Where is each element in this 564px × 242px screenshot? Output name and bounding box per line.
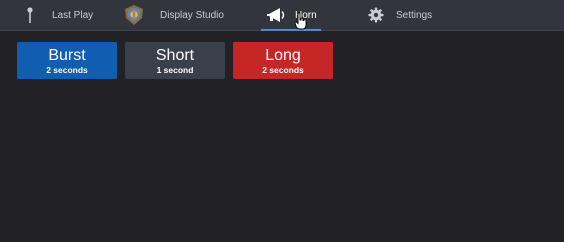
burst-button-duration: 2 seconds [46, 65, 88, 75]
top-navigation-bar: Last Play Display Studio Horn Settings [0, 0, 564, 31]
nav-item-display-studio[interactable]: Display Studio [123, 0, 224, 30]
burst-button[interactable]: Burst 2 seconds [17, 42, 117, 79]
nav-item-settings[interactable]: Settings [368, 0, 432, 30]
pin-icon [24, 6, 36, 24]
nav-label-display-studio: Display Studio [160, 9, 224, 21]
short-button-label: Short [155, 47, 195, 64]
long-button[interactable]: Long 2 seconds [233, 42, 333, 79]
nav-item-horn[interactable]: Horn [261, 0, 321, 31]
nav-label-last-play: Last Play [52, 9, 94, 21]
display-studio-logo-icon [123, 4, 145, 26]
burst-button-label: Burst [48, 47, 86, 64]
nav-item-last-play[interactable]: Last Play [24, 0, 93, 30]
megaphone-icon [265, 5, 287, 25]
long-button-label: Long [265, 47, 301, 64]
short-button-duration: 1 second [156, 65, 194, 75]
long-button-duration: 2 seconds [262, 65, 304, 75]
nav-label-settings: Settings [396, 9, 433, 21]
hand-pointer-cursor-icon [294, 12, 308, 30]
gear-icon [368, 7, 384, 23]
short-button[interactable]: Short 1 second [125, 42, 225, 79]
